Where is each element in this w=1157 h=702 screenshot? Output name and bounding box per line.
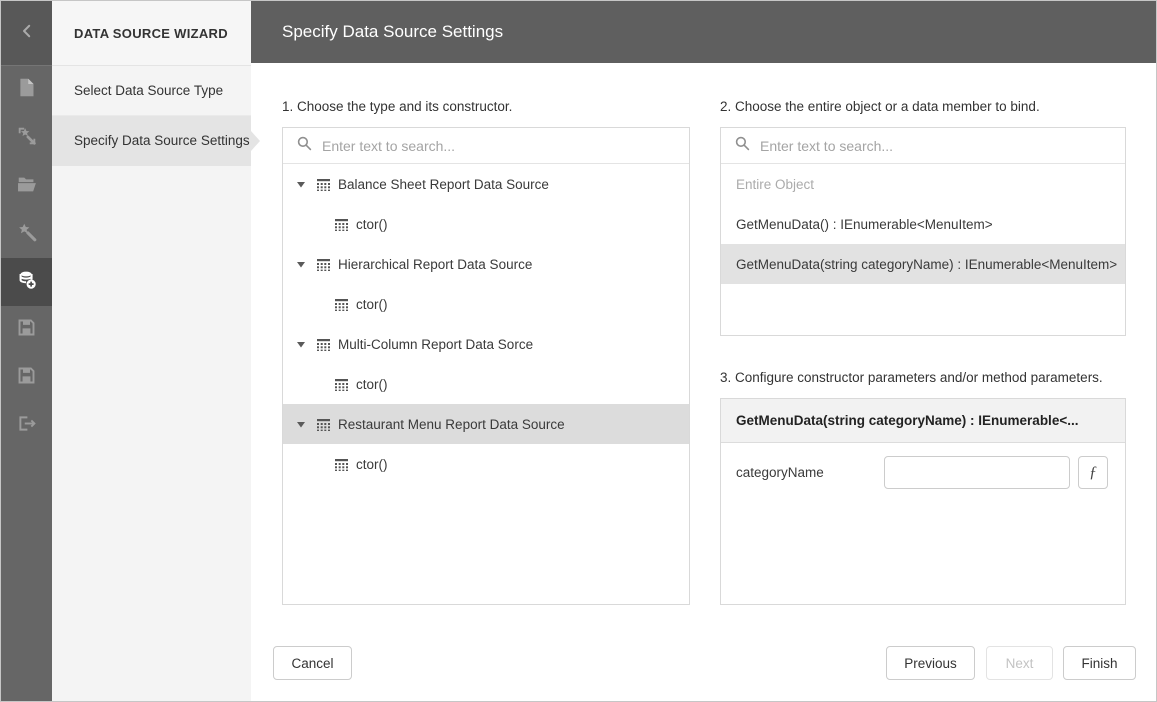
member-item-getmenudata-categoryname[interactable]: GetMenuData(string categoryName) : IEnum…: [721, 244, 1125, 284]
table-grid-icon: [335, 218, 348, 231]
parameter-name: categoryName: [736, 465, 824, 480]
tree-node-label: Restaurant Menu Report Data Source: [338, 416, 565, 432]
section3-heading: 3. Configure constructor parameters and/…: [720, 370, 1103, 385]
tree-node-label: Balance Sheet Report Data Source: [338, 176, 549, 192]
table-grid-icon: [317, 258, 330, 271]
back-button[interactable]: [1, 1, 52, 66]
nav-step-select-data-source-type[interactable]: Select Data Source Type: [52, 66, 251, 116]
finish-button[interactable]: Finish: [1063, 646, 1136, 680]
chevron-down-icon[interactable]: [297, 421, 307, 428]
type-constructor-tree-panel: Balance Sheet Report Data Source ctor() …: [282, 127, 690, 605]
tree-node-label: Hierarchical Report Data Source: [338, 256, 533, 272]
member-search-input[interactable]: [760, 137, 1115, 154]
tree-node-ctor[interactable]: ctor(): [283, 444, 689, 484]
table-grid-icon: [317, 338, 330, 351]
tree-node-label: ctor(): [356, 216, 388, 232]
new-report-icon: [16, 77, 37, 103]
save-as-icon: [16, 365, 37, 391]
save-icon: [16, 317, 37, 343]
fx-icon: ƒ: [1089, 463, 1097, 481]
tree-node-label: Multi-Column Report Data Sorce: [338, 336, 534, 352]
member-item-label: GetMenuData(string categoryName) : IEnum…: [736, 256, 1118, 272]
section1-heading: 1. Choose the type and its constructor.: [282, 99, 513, 114]
add-data-source-icon: [16, 269, 38, 296]
parameter-value-input[interactable]: [884, 456, 1070, 489]
search-icon: [735, 136, 750, 156]
back-chevron-icon: [18, 22, 36, 45]
page-title: Specify Data Source Settings: [251, 1, 1156, 63]
parameters-grid-header: GetMenuData(string categoryName) : IEnum…: [721, 399, 1125, 443]
member-item-getmenudata[interactable]: GetMenuData() : IEnumerable<MenuItem>: [721, 204, 1125, 244]
tree-node-balance-sheet[interactable]: Balance Sheet Report Data Source: [283, 164, 689, 204]
main-panel: Specify Data Source Settings 1. Choose t…: [251, 1, 1156, 701]
new-report-button[interactable]: [1, 66, 52, 114]
tree-node-ctor[interactable]: ctor(): [283, 284, 689, 324]
tree-node-ctor[interactable]: ctor(): [283, 364, 689, 404]
design-wizard-icon: [16, 221, 38, 248]
tree-node-label: ctor(): [356, 376, 388, 392]
member-item-label: GetMenuData() : IEnumerable<MenuItem>: [736, 216, 993, 232]
tree-node-restaurant-menu[interactable]: Restaurant Menu Report Data Source: [283, 404, 689, 444]
open-report-icon: [16, 173, 38, 200]
tree-search-input[interactable]: [322, 137, 679, 154]
chevron-down-icon[interactable]: [297, 181, 307, 188]
table-grid-icon: [317, 178, 330, 191]
save-button[interactable]: [1, 306, 52, 354]
add-data-source-button[interactable]: [1, 258, 52, 306]
data-source-wizard-window: DATA SOURCE WIZARD Select Data Source Ty…: [0, 0, 1157, 702]
tree-node-label: ctor(): [356, 296, 388, 312]
expression-editor-button[interactable]: ƒ: [1078, 456, 1108, 489]
save-as-button[interactable]: [1, 354, 52, 402]
table-grid-icon: [335, 458, 348, 471]
cancel-button[interactable]: Cancel: [273, 646, 352, 680]
next-button[interactable]: Next: [986, 646, 1053, 680]
parameters-panel: GetMenuData(string categoryName) : IEnum…: [720, 398, 1126, 605]
wizard-step-nav: DATA SOURCE WIZARD Select Data Source Ty…: [52, 1, 260, 701]
report-wizard-button[interactable]: [1, 114, 52, 162]
report-wizard-icon: [16, 125, 38, 152]
wizard-content: 1. Choose the type and its constructor. …: [251, 63, 1156, 701]
tree-node-label: ctor(): [356, 456, 388, 472]
icon-rail: [1, 1, 52, 701]
member-item-entire-object[interactable]: Entire Object: [721, 164, 1125, 204]
exit-button[interactable]: [1, 402, 52, 450]
member-item-label: Entire Object: [736, 176, 815, 192]
wizard-nav-title: DATA SOURCE WIZARD: [52, 1, 251, 66]
member-search-row: [721, 128, 1125, 164]
exit-icon: [16, 413, 37, 439]
search-icon: [297, 136, 312, 156]
nav-step-label: Select Data Source Type: [74, 83, 224, 98]
selected-step-arrow: [251, 130, 260, 151]
tree-node-hierarchical[interactable]: Hierarchical Report Data Source: [283, 244, 689, 284]
tree-search-row: [283, 128, 689, 164]
nav-step-label: Specify Data Source Settings: [74, 133, 250, 148]
design-wizard-button[interactable]: [1, 210, 52, 258]
table-grid-icon: [317, 418, 330, 431]
chevron-down-icon[interactable]: [297, 261, 307, 268]
open-report-button[interactable]: [1, 162, 52, 210]
nav-step-specify-data-source-settings[interactable]: Specify Data Source Settings: [52, 116, 260, 166]
chevron-down-icon[interactable]: [297, 341, 307, 348]
previous-button[interactable]: Previous: [886, 646, 975, 680]
table-grid-icon: [335, 378, 348, 391]
table-grid-icon: [335, 298, 348, 311]
parameter-row: categoryName ƒ: [721, 456, 1125, 489]
tree-node-multi-column[interactable]: Multi-Column Report Data Sorce: [283, 324, 689, 364]
data-member-panel: Entire Object GetMenuData() : IEnumerabl…: [720, 127, 1126, 336]
tree-node-ctor[interactable]: ctor(): [283, 204, 689, 244]
section2-heading: 2. Choose the entire object or a data me…: [720, 99, 1040, 114]
